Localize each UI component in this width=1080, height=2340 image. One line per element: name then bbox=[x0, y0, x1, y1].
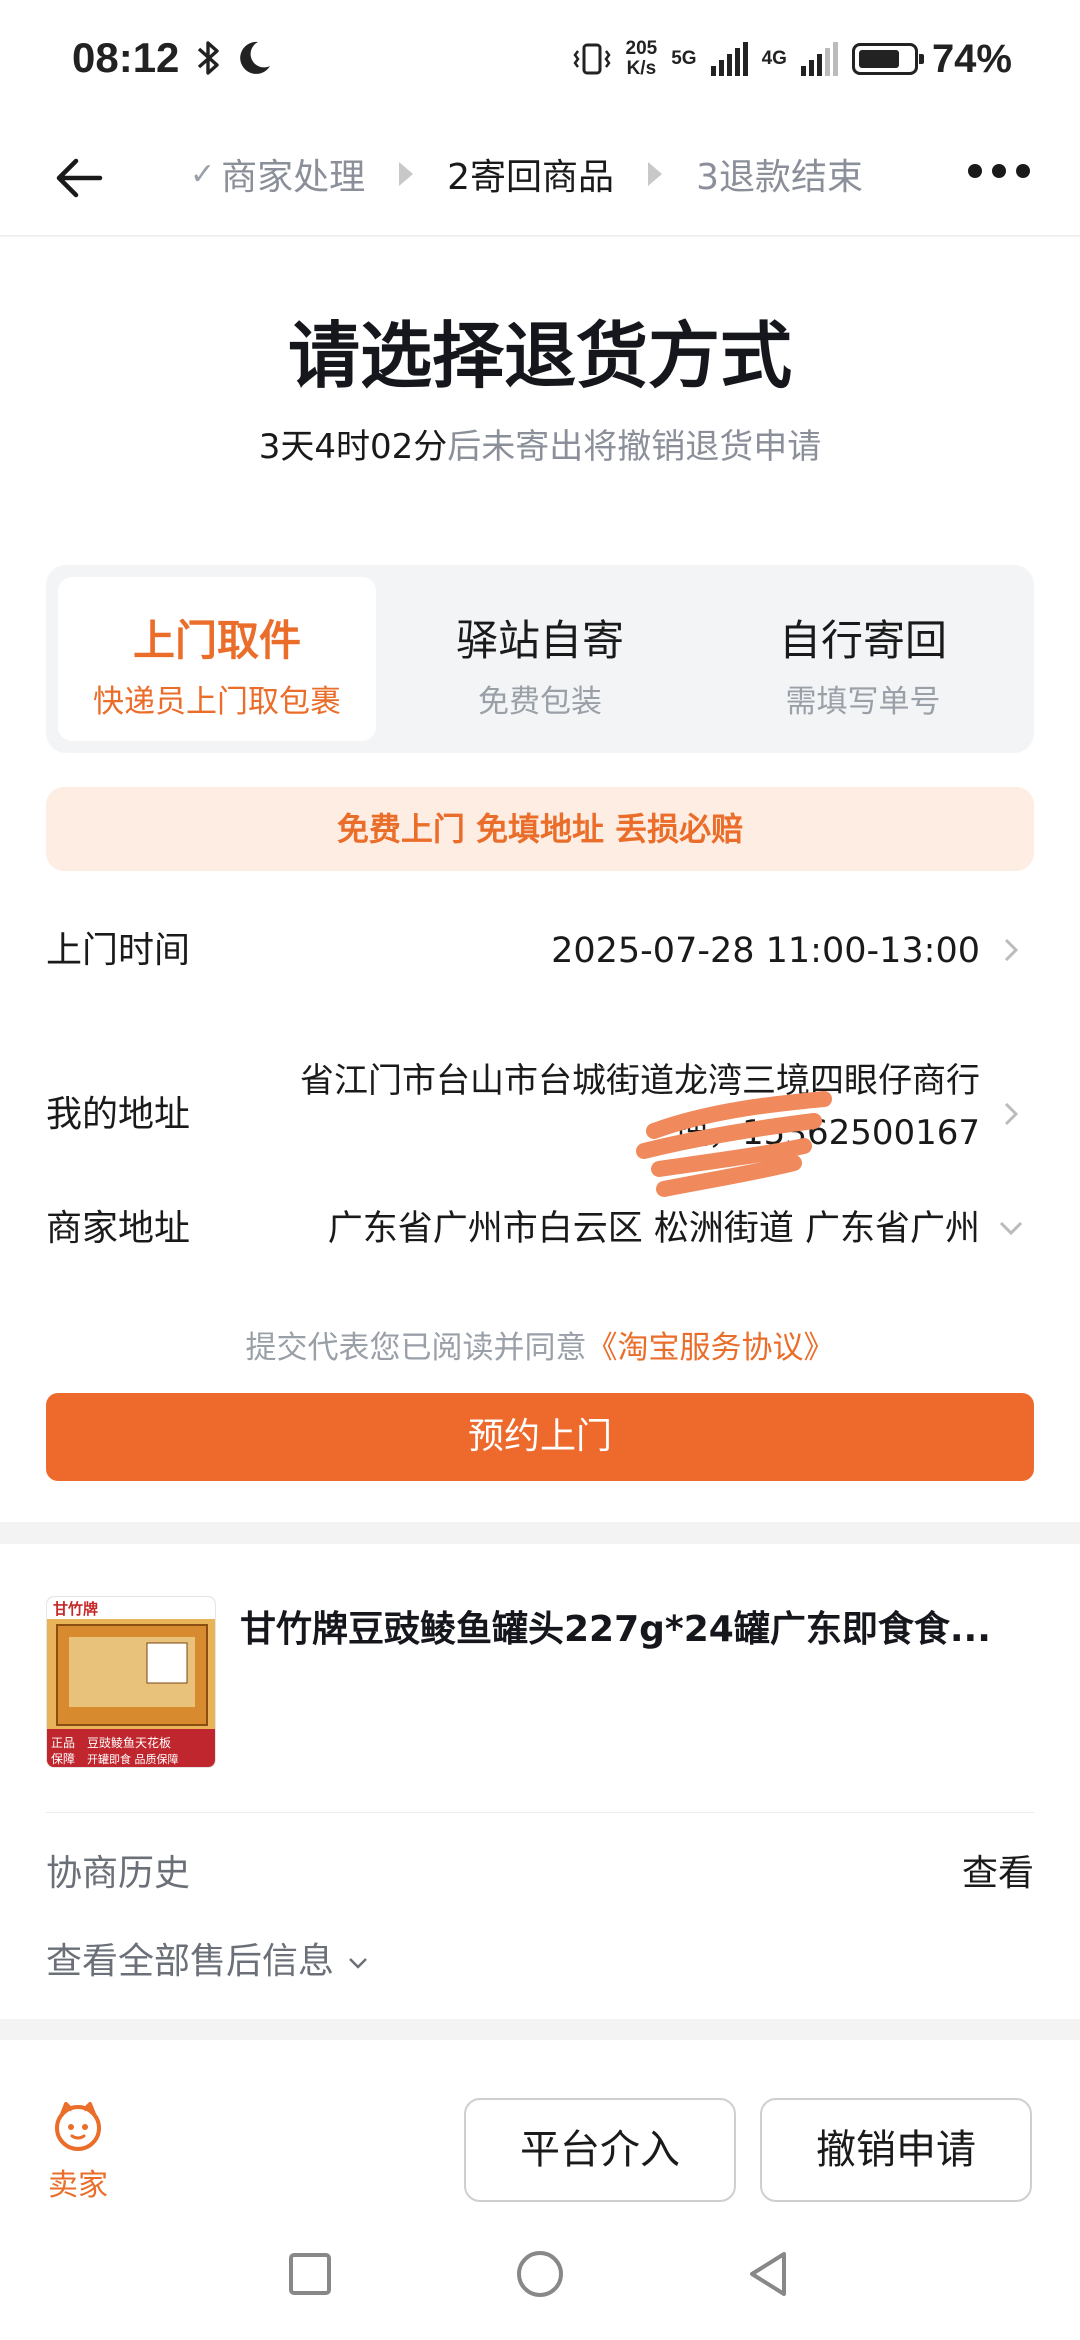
return-method-tabs: 上门取件 快递员上门取包裹 驿站自寄 免费包装 自行寄回 需填写单号 bbox=[46, 565, 1034, 753]
status-bar: 08:12 205 K/s 5G 4G 74% bbox=[0, 0, 1080, 120]
progress-steps: ✓ 商家处理 2寄回商品 3退款结束 bbox=[190, 144, 863, 204]
seller-button[interactable]: 卖家 bbox=[38, 2100, 118, 2204]
redaction-scribble bbox=[636, 1091, 832, 1197]
net-speed-value: 205 bbox=[625, 38, 658, 59]
product-name[interactable]: 甘竹牌豆豉鲮鱼罐头227g*24罐广东即食食... bbox=[240, 1600, 1020, 1652]
battery-percent: 74% bbox=[931, 36, 1012, 81]
promo-banner: 免费上门 免填地址 丢损必赔 bbox=[46, 787, 1034, 871]
more-menu-icon[interactable] bbox=[968, 164, 1030, 178]
battery-icon bbox=[851, 43, 924, 75]
status-time: 08:12 bbox=[72, 34, 180, 81]
platform-intervene-button[interactable]: 平台介入 bbox=[464, 2098, 736, 2202]
service-agreement-link[interactable]: 《淘宝服务协议》 bbox=[587, 1330, 835, 1366]
system-nav-bar bbox=[0, 2210, 1080, 2340]
back-triangle-icon[interactable] bbox=[744, 2248, 794, 2300]
network-5g-label: 5G bbox=[671, 48, 697, 69]
step-arrow-icon bbox=[399, 162, 414, 186]
pickup-time-row[interactable]: 上门时间 2025-07-28 11:00-13:00 bbox=[46, 911, 1034, 991]
tab-door-pickup[interactable]: 上门取件 快递员上门取包裹 bbox=[58, 577, 376, 741]
view-all-aftersale-link[interactable]: 查看全部售后信息 bbox=[46, 1932, 371, 1984]
step-arrow-icon bbox=[648, 162, 663, 186]
book-pickup-button[interactable]: 预约上门 bbox=[46, 1393, 1034, 1481]
step-refund-end: 3退款结束 bbox=[696, 157, 863, 198]
divider bbox=[46, 1812, 1034, 1813]
check-icon: ✓ bbox=[190, 156, 216, 192]
chevron-down-icon bbox=[999, 1221, 1023, 1236]
pickup-time-label: 上门时间 bbox=[46, 930, 191, 971]
tab-station-send[interactable]: 驿站自寄 免费包装 bbox=[381, 577, 699, 741]
seller-label: 卖家 bbox=[48, 2168, 108, 2203]
pickup-time-value: 2025-07-28 11:00-13:00 bbox=[551, 931, 980, 971]
svg-text:甘竹牌: 甘竹牌 bbox=[53, 1600, 98, 1618]
svg-text:正品: 正品 bbox=[51, 1736, 75, 1750]
chevron-right-icon bbox=[1004, 1102, 1019, 1126]
vibrate-icon bbox=[572, 43, 611, 75]
agreement-text: 提交代表您已阅读并同意《淘宝服务协议》 bbox=[245, 1330, 835, 1366]
chevron-down-icon bbox=[349, 1958, 368, 1969]
return-method-panel: 请选择退货方式 3天4时02分后未寄出将撤销退货申请 上门取件 快递员上门取包裹… bbox=[0, 237, 1080, 1522]
product-image[interactable]: 甘竹牌 正品 保障 豆豉鲮鱼天花板 开罐即食 品质保障 bbox=[46, 1596, 216, 1768]
moon-icon bbox=[240, 41, 270, 74]
view-history-link[interactable]: 查看 bbox=[962, 1844, 1034, 1896]
svg-text:保障: 保障 bbox=[51, 1751, 75, 1766]
chevron-right-icon bbox=[1004, 938, 1019, 962]
negotiation-history-label: 协商历史 bbox=[46, 1853, 191, 1894]
recent-apps-icon[interactable] bbox=[286, 2250, 334, 2298]
tab-self-send[interactable]: 自行寄回 需填写单号 bbox=[704, 577, 1022, 741]
signal-4g-icon bbox=[800, 42, 838, 76]
countdown-notice: 3天4时02分后未寄出将撤销退货申请 bbox=[258, 427, 822, 467]
seller-icon bbox=[55, 2102, 101, 2151]
merchant-address-row[interactable]: 商家地址 广东省广州市白云区 松洲街道 广东省广州 bbox=[46, 1189, 1034, 1269]
merchant-address-value: 广东省广州市白云区 松洲街道 广东省广州 bbox=[327, 1209, 980, 1249]
my-address-label: 我的地址 bbox=[46, 1094, 191, 1135]
step-merchant-process: ✓ 商家处理 bbox=[190, 156, 366, 199]
home-icon[interactable] bbox=[514, 2248, 566, 2300]
product-card: 甘竹牌 正品 保障 豆豉鲮鱼天花板 开罐即食 品质保障 甘竹牌豆豉鲮鱼罐头227… bbox=[0, 1544, 1080, 2019]
step-return-goods: 2寄回商品 bbox=[447, 157, 615, 198]
net-speed-unit: K/s bbox=[626, 58, 657, 79]
my-address-value: 省江门市台山市台城街道龙湾三境四眼仔商行 理，15362500167 bbox=[300, 1061, 980, 1153]
back-arrow-icon[interactable] bbox=[50, 148, 110, 208]
signal-icon bbox=[710, 42, 748, 76]
countdown-time: 3天4时02分 bbox=[258, 427, 448, 467]
bottom-action-bar: 卖家 平台介入 撤销申请 bbox=[0, 2040, 1080, 2210]
page-title: 请选择退货方式 bbox=[287, 314, 792, 398]
svg-text:豆豉鲮鱼天花板: 豆豉鲮鱼天花板 bbox=[87, 1735, 171, 1750]
cancel-request-button[interactable]: 撤销申请 bbox=[760, 2098, 1032, 2202]
svg-text:开罐即食 品质保障: 开罐即食 品质保障 bbox=[87, 1752, 179, 1766]
my-address-row[interactable]: 我的地址 省江门市台山市台城街道龙湾三境四眼仔商行 理，15362500167 bbox=[46, 1055, 1034, 1197]
nav-bar: ✓ 商家处理 2寄回商品 3退款结束 bbox=[0, 120, 1080, 236]
bluetooth-icon bbox=[197, 41, 219, 75]
merchant-address-label: 商家地址 bbox=[46, 1208, 191, 1249]
network-4g-label: 4G bbox=[761, 48, 787, 69]
